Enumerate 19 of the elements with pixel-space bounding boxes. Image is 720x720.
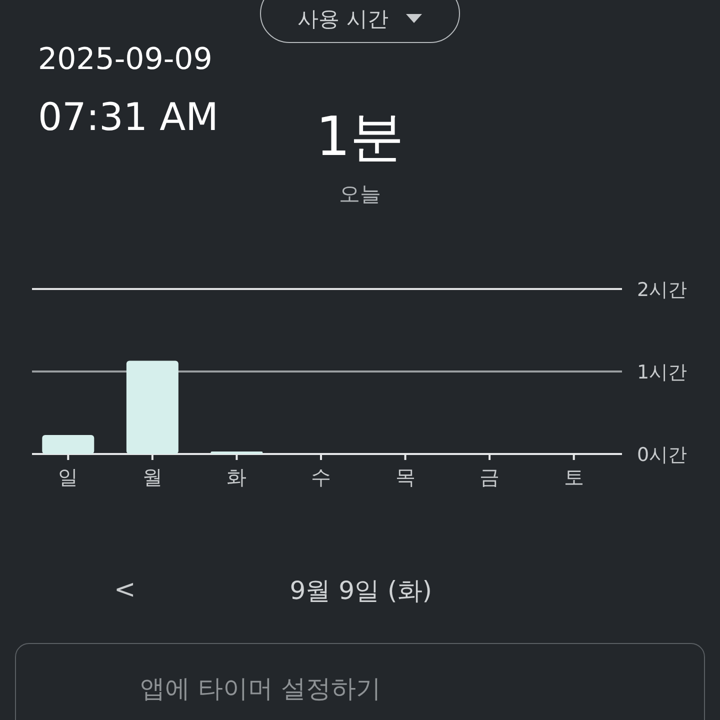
y-tick-label: 1시간 — [637, 362, 688, 384]
x-tick-label: 화 — [226, 465, 247, 489]
timer-label: 앱에 타이머 설정하기 — [140, 673, 381, 705]
usage-total: 1분 — [316, 104, 404, 170]
x-tick-label: 월 — [142, 465, 162, 489]
time-text: 07:31 AM — [38, 95, 220, 139]
x-tick-label: 수 — [311, 465, 331, 489]
y-tick-label: 0시간 — [637, 444, 688, 466]
selected-date: 9월 9일 (화) — [290, 574, 432, 606]
x-tick-label: 금 — [480, 465, 500, 489]
metric-dropdown[interactable]: 사용 시간 — [260, 0, 460, 43]
period-caption: 오늘 — [339, 181, 381, 208]
timer-card[interactable]: 앱에 타이머 설정하기 — [15, 643, 705, 720]
previous-day-button[interactable]: < — [110, 575, 140, 605]
x-tick-label: 토 — [564, 465, 584, 489]
y-tick-label: 2시간 — [637, 279, 688, 301]
date-text: 2025-09-09 — [38, 42, 214, 77]
x-tick-label: 목 — [395, 465, 416, 489]
x-tick-label: 일 — [58, 465, 78, 489]
